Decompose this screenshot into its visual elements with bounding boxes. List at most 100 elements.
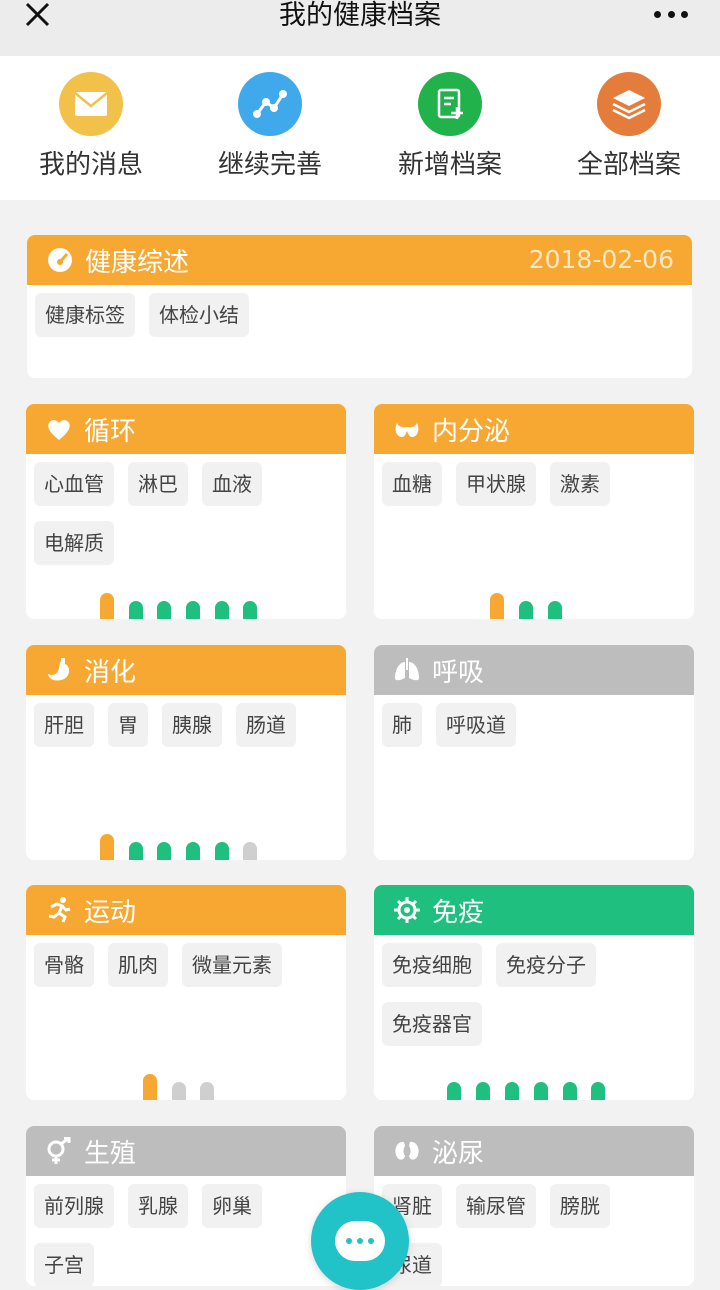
reproduction-title: 生殖 xyxy=(84,1138,137,1169)
immunity-card[interactable]: 免疫 免疫细胞 免疫分子 免疫器官 xyxy=(374,885,694,1100)
digestion-header: 消化 xyxy=(26,645,346,695)
add-record-label: 新增档案 xyxy=(397,150,502,180)
urinary-card[interactable]: 泌尿 肾脏 输尿管 膀胱 尿道 xyxy=(374,1126,694,1286)
indicator-bar xyxy=(143,1074,157,1100)
kidney-icon xyxy=(392,1136,422,1166)
reproduction-card[interactable]: 生殖 前列腺 乳腺 卵巢 子宫 xyxy=(26,1126,346,1286)
tag-hormone[interactable]: 激素 xyxy=(550,462,610,506)
digestion-title: 消化 xyxy=(84,657,137,688)
continue-improve-button[interactable]: 继续完善 xyxy=(180,72,360,181)
exercise-tags: 骨骼 肌肉 微量元素 xyxy=(26,935,346,1002)
urinary-title: 泌尿 xyxy=(432,1138,485,1169)
immunity-header: 免疫 xyxy=(374,885,694,935)
all-records-button[interactable]: 全部档案 xyxy=(539,72,719,181)
urinary-tags: 肾脏 输尿管 膀胱 尿道 xyxy=(374,1176,694,1286)
tag-breast[interactable]: 乳腺 xyxy=(128,1184,188,1228)
tag-pancreas[interactable]: 胰腺 xyxy=(162,703,222,747)
running-icon xyxy=(44,895,74,925)
tag-cardiovascular[interactable]: 心血管 xyxy=(34,462,114,506)
tag-electrolyte[interactable]: 电解质 xyxy=(34,521,114,565)
health-summary-title: 健康综述 xyxy=(85,247,190,278)
virus-icon xyxy=(392,895,422,925)
indicator-bar xyxy=(563,1082,577,1100)
tag-immune-organs[interactable]: 免疫器官 xyxy=(382,1002,482,1046)
thyroid-icon xyxy=(392,414,422,444)
tag-blood-sugar[interactable]: 血糖 xyxy=(382,462,442,506)
circulation-tags: 心血管 淋巴 血液 电解质 xyxy=(26,454,346,580)
tag-lymph[interactable]: 淋巴 xyxy=(128,462,188,506)
heart-icon xyxy=(44,414,74,444)
exercise-title: 运动 xyxy=(84,897,137,928)
add-document-icon xyxy=(418,72,482,136)
tag-thyroid[interactable]: 甲状腺 xyxy=(456,462,536,506)
circulation-header: 循环 xyxy=(26,404,346,454)
envelope-icon xyxy=(59,72,123,136)
respiration-title: 呼吸 xyxy=(432,657,485,688)
endocrine-card[interactable]: 内分泌 血糖 甲状腺 激素 xyxy=(374,404,694,619)
indicator-bar xyxy=(447,1082,461,1100)
tag-intestine[interactable]: 肠道 xyxy=(236,703,296,747)
immunity-title: 免疫 xyxy=(432,897,485,928)
indicator-bar xyxy=(157,601,171,619)
chat-bubble-icon xyxy=(335,1221,385,1261)
indicator-bar xyxy=(591,1082,605,1100)
reproduction-header: 生殖 xyxy=(26,1126,346,1176)
indicator-bar xyxy=(200,1082,214,1100)
more-icon[interactable] xyxy=(654,11,688,19)
stomach-icon xyxy=(44,655,74,685)
tag-bone[interactable]: 骨骼 xyxy=(34,943,94,987)
tag-immune-cells[interactable]: 免疫细胞 xyxy=(382,943,482,987)
digestion-tags: 肝胆 胃 胰腺 肠道 xyxy=(26,695,346,762)
tag-bladder[interactable]: 膀胱 xyxy=(550,1184,610,1228)
indicator-bar xyxy=(490,593,504,619)
summary-date: 2018-02-06 xyxy=(528,245,674,274)
tag-liver-gallbladder[interactable]: 肝胆 xyxy=(34,703,94,747)
indicator-bar xyxy=(100,593,114,619)
urinary-header: 泌尿 xyxy=(374,1126,694,1176)
indicator-bar xyxy=(534,1082,548,1100)
chat-fab-button[interactable] xyxy=(311,1192,409,1290)
tag-respiratory-tract[interactable]: 呼吸道 xyxy=(436,703,516,747)
quick-actions: 我的消息 继续完善 新增档案 全部档案 xyxy=(0,56,720,200)
respiration-card[interactable]: 呼吸 肺 呼吸道 xyxy=(374,645,694,860)
indicator-bar xyxy=(505,1082,519,1100)
indicator-bar xyxy=(100,834,114,860)
all-records-label: 全部档案 xyxy=(576,150,681,180)
exercise-card[interactable]: 运动 骨骼 肌肉 微量元素 xyxy=(26,885,346,1100)
gender-icon xyxy=(44,1136,74,1166)
tag-immune-molecules[interactable]: 免疫分子 xyxy=(496,943,596,987)
reproduction-tags: 前列腺 乳腺 卵巢 子宫 xyxy=(26,1176,346,1286)
tag-ureter[interactable]: 输尿管 xyxy=(456,1184,536,1228)
indicator-bar xyxy=(215,601,229,619)
circulation-card[interactable]: 循环 心血管 淋巴 血液 电解质 xyxy=(26,404,346,619)
indicator-bar xyxy=(548,601,562,619)
page-title: 我的健康档案 xyxy=(279,0,441,31)
indicator-bar xyxy=(186,842,200,860)
circulation-title: 循环 xyxy=(84,416,137,447)
tag-blood[interactable]: 血液 xyxy=(202,462,262,506)
tag-prostate[interactable]: 前列腺 xyxy=(34,1184,114,1228)
indicator-bar xyxy=(243,601,257,619)
respiration-tags: 肺 呼吸道 xyxy=(374,695,694,762)
summary-tags: 健康标签 体检小结 xyxy=(27,285,692,352)
lungs-icon xyxy=(392,655,422,685)
tag-checkup-summary[interactable]: 体检小结 xyxy=(149,293,249,337)
tag-stomach[interactable]: 胃 xyxy=(108,703,148,747)
endocrine-indicators xyxy=(374,591,694,619)
add-record-button[interactable]: 新增档案 xyxy=(360,72,540,181)
indicator-bar xyxy=(243,842,257,860)
indicator-bar xyxy=(172,1082,186,1100)
digestion-indicators xyxy=(26,832,346,860)
health-summary-card[interactable]: 健康综述 2018-02-06 健康标签 体检小结 xyxy=(27,235,692,378)
digestion-card[interactable]: 消化 肝胆 胃 胰腺 肠道 xyxy=(26,645,346,860)
tag-trace-elements[interactable]: 微量元素 xyxy=(182,943,282,987)
tag-health-label[interactable]: 健康标签 xyxy=(35,293,135,337)
indicator-bar xyxy=(157,842,171,860)
tag-muscle[interactable]: 肌肉 xyxy=(108,943,168,987)
tag-lung[interactable]: 肺 xyxy=(382,703,422,747)
circulation-indicators xyxy=(26,591,346,619)
tag-ovary[interactable]: 卵巢 xyxy=(202,1184,262,1228)
my-messages-button[interactable]: 我的消息 xyxy=(1,72,181,181)
health-summary-header: 健康综述 2018-02-06 xyxy=(27,235,692,285)
exercise-header: 运动 xyxy=(26,885,346,935)
